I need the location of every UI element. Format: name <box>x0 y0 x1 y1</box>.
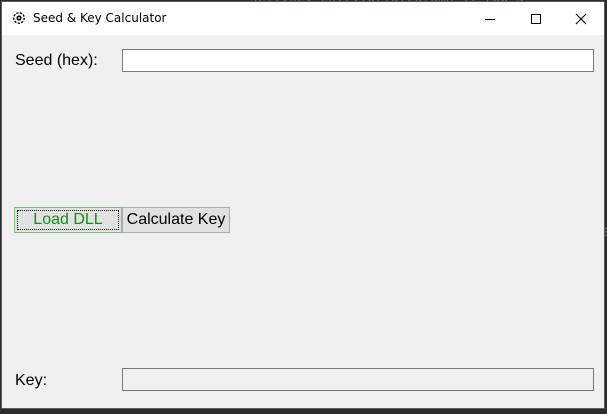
maximize-icon <box>531 13 541 24</box>
title-bar[interactable]: Seed & Key Calculator <box>2 2 604 35</box>
minimize-icon <box>485 18 495 20</box>
key-output-field[interactable] <box>122 368 594 391</box>
close-button[interactable] <box>558 2 604 35</box>
load-dll-button[interactable]: Load DLL <box>14 207 122 233</box>
key-label: Key: <box>15 372 48 389</box>
seed-input[interactable] <box>122 49 594 72</box>
seed-label: Seed (hex): <box>15 52 98 69</box>
app-window: Seed & Key Calculator Seed (hex): Load D… <box>1 1 605 409</box>
gear-icon <box>13 12 25 24</box>
close-icon <box>575 13 587 24</box>
minimize-button[interactable] <box>467 2 513 35</box>
calculate-key-button[interactable]: Calculate Key <box>122 207 230 233</box>
maximize-button[interactable] <box>513 2 559 35</box>
window-title: Seed & Key Calculator <box>33 11 167 25</box>
